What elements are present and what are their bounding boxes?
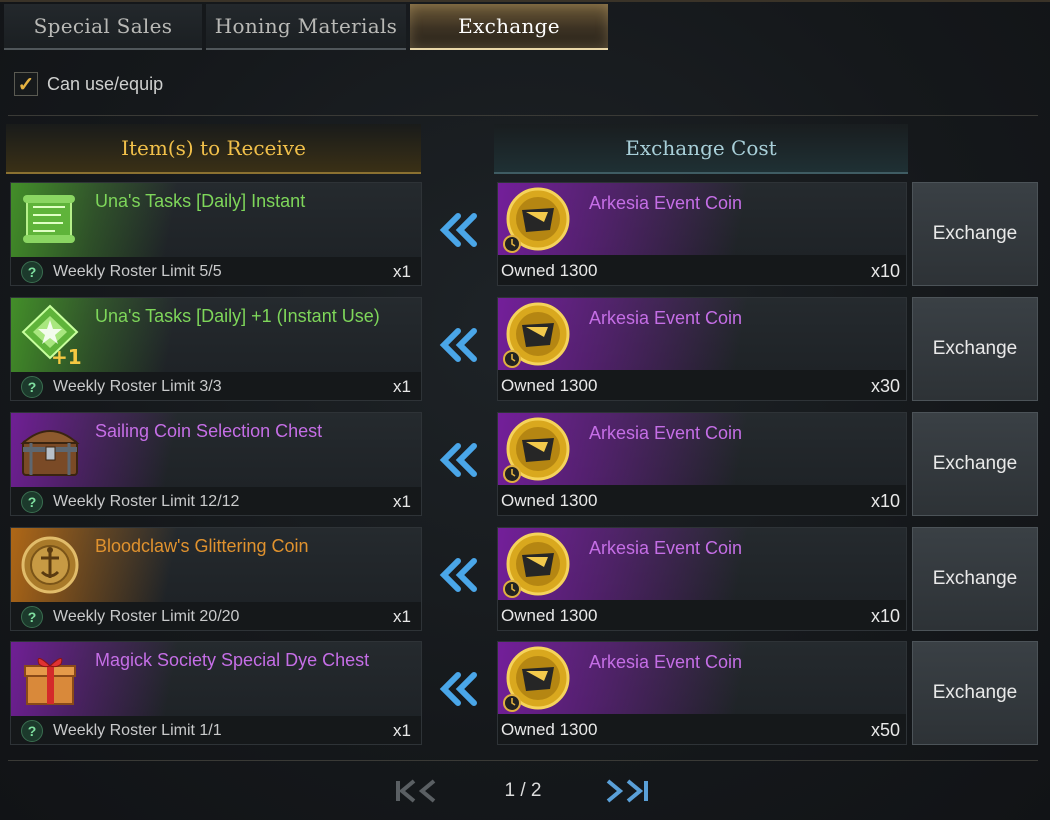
item-quantity: x1	[393, 492, 411, 511]
cost-name: Arkesia Event Coin	[589, 652, 743, 672]
cost-quantity: x10	[870, 261, 900, 281]
weekly-limit: Weekly Roster Limit 5/5	[53, 263, 222, 280]
event-coin-icon	[503, 187, 570, 253]
weekly-limit: Weekly Roster Limit 1/1	[53, 722, 222, 739]
weekly-limit: Weekly Roster Limit 20/20	[53, 608, 240, 625]
item-name: Una's Tasks [Daily] Instant	[95, 191, 306, 211]
item-quantity: x1	[393, 721, 411, 740]
event-coin-icon	[503, 646, 570, 712]
double-chevron-left-icon	[439, 558, 477, 592]
event-coin-icon	[503, 532, 570, 598]
receive-item[interactable]: +1 Una's Tasks [Daily] +1 (Instant Use) …	[10, 297, 422, 401]
next-page-icon[interactable]	[602, 775, 650, 807]
cost-header: Exchange Cost	[494, 124, 908, 174]
item-quantity: x1	[393, 377, 411, 396]
exchange-button[interactable]: Exchange	[912, 641, 1038, 745]
weekly-limit: Weekly Roster Limit 12/12	[53, 493, 240, 510]
cost-quantity: x10	[870, 606, 900, 626]
filter-label: Can use/equip	[47, 73, 164, 94]
divider	[8, 115, 1038, 116]
chest-icon	[20, 430, 80, 476]
event-coin-icon	[503, 417, 570, 483]
divider	[8, 760, 1038, 761]
daily-plus-one-icon: +1	[21, 304, 82, 368]
item-quantity: x1	[393, 607, 411, 626]
cost-quantity: x50	[870, 720, 900, 740]
receive-item[interactable]: Sailing Coin Selection Chest ? Weekly Ro…	[10, 412, 422, 516]
exchange-row: Bloodclaw's Glittering Coin ? Weekly Ros…	[0, 527, 1050, 635]
double-chevron-left-icon	[439, 328, 477, 362]
checkmark-icon[interactable]: ✓	[14, 72, 38, 96]
question-mark-icon[interactable]: ?	[21, 376, 43, 398]
item-quantity: x1	[393, 262, 411, 281]
double-chevron-left-icon	[439, 672, 477, 706]
weekly-limit: Weekly Roster Limit 3/3	[53, 378, 222, 395]
first-page-icon[interactable]	[394, 775, 442, 807]
tab-exchange[interactable]: Exchange	[410, 4, 608, 50]
glittering-coin-icon	[21, 536, 79, 594]
scroll-icon	[23, 195, 75, 243]
cost-name: Arkesia Event Coin	[589, 538, 743, 558]
item-name: Una's Tasks [Daily] +1 (Instant Use)	[95, 306, 380, 326]
receive-item[interactable]: Magick Society Special Dye Chest ? Weekl…	[10, 641, 422, 745]
item-name: Sailing Coin Selection Chest	[95, 421, 323, 441]
exchange-cost: Arkesia Event Coin Owned 1300 x10	[497, 412, 907, 516]
owned-count: Owned 1300	[501, 491, 598, 510]
exchange-cost: Arkesia Event Coin Owned 1300 x10	[497, 527, 907, 631]
can-use-filter[interactable]: ✓ Can use/equip	[14, 72, 163, 96]
double-chevron-left-icon	[439, 213, 477, 247]
question-mark-icon[interactable]: ?	[21, 491, 43, 513]
receive-header: Item(s) to Receive	[6, 124, 421, 174]
owned-count: Owned 1300	[501, 606, 598, 625]
receive-item[interactable]: Una's Tasks [Daily] Instant ? Weekly Ros…	[10, 182, 422, 286]
exchange-button[interactable]: Exchange	[912, 527, 1038, 631]
receive-item[interactable]: Bloodclaw's Glittering Coin ? Weekly Ros…	[10, 527, 422, 631]
owned-count: Owned 1300	[501, 261, 598, 280]
cost-quantity: x30	[870, 376, 900, 396]
gift-box-icon	[24, 658, 76, 705]
svg-text:+1: +1	[51, 345, 82, 368]
cost-name: Arkesia Event Coin	[589, 423, 743, 443]
tab-bar: Special Sales Honing Materials Exchange	[0, 0, 1050, 52]
exchange-button[interactable]: Exchange	[912, 297, 1038, 401]
exchange-button[interactable]: Exchange	[912, 182, 1038, 286]
cost-quantity: x10	[870, 491, 900, 511]
page-indicator: 1 / 2	[504, 780, 542, 801]
event-coin-icon	[503, 302, 570, 368]
question-mark-icon[interactable]: ?	[21, 261, 43, 283]
question-mark-icon[interactable]: ?	[21, 720, 43, 742]
cost-name: Arkesia Event Coin	[589, 308, 743, 328]
owned-count: Owned 1300	[501, 376, 598, 395]
exchange-cost: Arkesia Event Coin Owned 1300 x30	[497, 297, 907, 401]
exchange-row: +1 Una's Tasks [Daily] +1 (Instant Use) …	[0, 297, 1050, 405]
question-mark-icon[interactable]: ?	[21, 606, 43, 628]
double-chevron-left-icon	[439, 443, 477, 477]
item-name: Magick Society Special Dye Chest	[95, 650, 370, 670]
cost-name: Arkesia Event Coin	[589, 193, 743, 213]
tab-special-sales[interactable]: Special Sales	[4, 4, 202, 50]
exchange-row: Una's Tasks [Daily] Instant ? Weekly Ros…	[0, 182, 1050, 290]
exchange-button[interactable]: Exchange	[912, 412, 1038, 516]
item-name: Bloodclaw's Glittering Coin	[95, 536, 309, 556]
exchange-cost: Arkesia Event Coin Owned 1300 x50	[497, 641, 907, 745]
exchange-cost: Arkesia Event Coin Owned 1300 x10	[497, 182, 907, 286]
exchange-row: Sailing Coin Selection Chest ? Weekly Ro…	[0, 412, 1050, 520]
exchange-row: Magick Society Special Dye Chest ? Weekl…	[0, 641, 1050, 749]
tab-honing-materials[interactable]: Honing Materials	[206, 4, 406, 50]
owned-count: Owned 1300	[501, 720, 598, 739]
